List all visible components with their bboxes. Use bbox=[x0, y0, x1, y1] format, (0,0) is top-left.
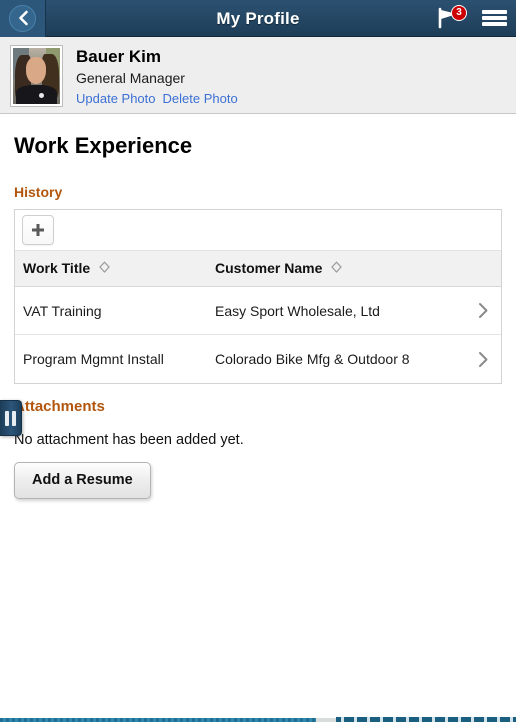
delete-photo-link[interactable]: Delete Photo bbox=[163, 91, 238, 106]
table-row[interactable]: Program Mgmnt Install Colorado Bike Mfg … bbox=[15, 335, 501, 383]
chevron-right-icon bbox=[478, 303, 487, 319]
grid-toolbar bbox=[15, 210, 501, 251]
profile-name: Bauer Kim bbox=[76, 47, 162, 66]
sort-diamond-icon[interactable] bbox=[99, 261, 110, 277]
cell-customer-name: Colorado Bike Mfg & Outdoor 8 bbox=[215, 350, 410, 367]
cell-customer-name: Easy Sport Wholesale, Ltd bbox=[207, 286, 457, 335]
cell-work-title: Program Mgmnt Install bbox=[23, 350, 164, 367]
avatar[interactable] bbox=[10, 45, 63, 107]
work-experience-grid: Work Title Customer Name VAT Training Ea… bbox=[14, 209, 502, 384]
chevron-right-icon bbox=[478, 351, 487, 367]
column-header-customer-name[interactable]: Customer Name bbox=[207, 251, 457, 287]
add-work-experience-button[interactable] bbox=[22, 215, 54, 245]
history-section-label: History bbox=[14, 184, 63, 200]
back-button[interactable] bbox=[0, 0, 46, 37]
main-content: Work Experience History Work Title Custo… bbox=[0, 114, 516, 499]
attachments-section-label: Attachments bbox=[14, 397, 105, 415]
plus-icon bbox=[32, 224, 44, 236]
strip-segment-left bbox=[0, 718, 316, 722]
hamburger-bar bbox=[482, 10, 507, 14]
hamburger-menu-icon[interactable] bbox=[482, 8, 507, 28]
add-resume-button[interactable]: Add a Resume bbox=[14, 461, 151, 499]
table-row[interactable]: VAT Training Easy Sport Wholesale, Ltd bbox=[15, 286, 501, 335]
chevron-left-icon bbox=[9, 4, 36, 32]
row-detail-button[interactable] bbox=[457, 335, 501, 383]
row-detail-button[interactable] bbox=[457, 286, 501, 335]
notification-flag-button[interactable]: 3 bbox=[436, 5, 467, 31]
attachments-empty-message: No attachment has been added yet. bbox=[14, 431, 244, 448]
hamburger-bar bbox=[482, 22, 507, 26]
column-label: Customer Name bbox=[215, 260, 323, 276]
update-photo-link[interactable]: Update Photo bbox=[76, 91, 156, 106]
table-header-row: Work Title Customer Name bbox=[15, 251, 501, 287]
handle-bar bbox=[5, 410, 9, 426]
page-title: Work Experience bbox=[14, 133, 193, 158]
strip-segment-gap bbox=[316, 718, 336, 722]
strip-segment-right bbox=[336, 717, 516, 722]
notification-badge: 3 bbox=[451, 5, 467, 21]
header-actions: 3 bbox=[436, 0, 516, 37]
column-header-work-title[interactable]: Work Title bbox=[15, 251, 207, 287]
profile-photo-links: Update Photo Delete Photo bbox=[76, 90, 238, 107]
profile-info: Bauer Kim General Manager Update Photo De… bbox=[63, 45, 238, 107]
work-experience-table: Work Title Customer Name VAT Training Ea… bbox=[15, 251, 501, 383]
cell-work-title: VAT Training bbox=[15, 286, 207, 335]
handle-bar bbox=[12, 410, 16, 426]
hamburger-bar bbox=[482, 16, 507, 20]
pause-bars-handle-icon[interactable] bbox=[0, 400, 22, 436]
app-header: My Profile 3 bbox=[0, 0, 516, 37]
bottom-status-strip bbox=[0, 715, 516, 722]
column-label: Work Title bbox=[23, 260, 91, 276]
column-header-actions bbox=[457, 251, 501, 287]
sort-diamond-icon[interactable] bbox=[331, 261, 343, 277]
profile-photo bbox=[13, 48, 60, 104]
profile-job-title: General Manager bbox=[76, 70, 185, 86]
profile-summary: Bauer Kim General Manager Update Photo De… bbox=[0, 37, 516, 114]
